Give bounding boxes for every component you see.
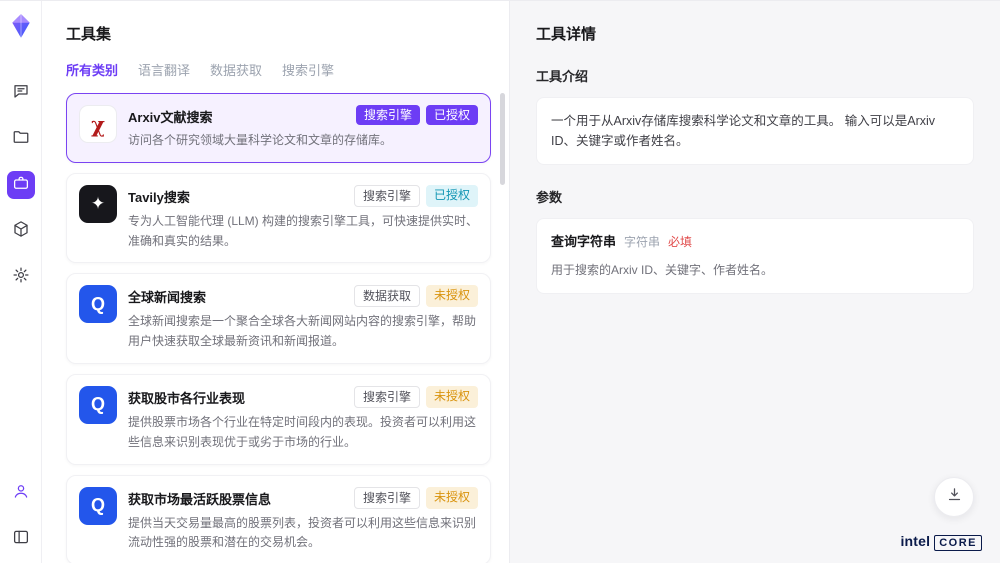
sidebar-item-account[interactable] bbox=[7, 479, 35, 507]
folder-icon bbox=[12, 128, 30, 151]
app-window: 工具集 所有类别 语言翻译 数据获取 搜索引擎 χ Arxiv文献搜索 搜索引擎… bbox=[0, 0, 1000, 563]
tool-detail-panel: 工具详情 工具介绍 一个用于从Arxiv存储库搜索科学论文和文章的工具。 输入可… bbox=[510, 1, 1000, 563]
sidebar-item-chat[interactable] bbox=[7, 79, 35, 107]
briefcase-icon bbox=[12, 174, 30, 197]
panel-layout-icon bbox=[12, 528, 30, 551]
arxiv-icon: χ bbox=[79, 105, 117, 143]
icon-rail bbox=[0, 1, 42, 563]
detail-title: 工具详情 bbox=[536, 23, 974, 44]
tool-name: 获取股市各行业表现 bbox=[128, 386, 245, 407]
tab-language-translation[interactable]: 语言翻译 bbox=[138, 60, 190, 87]
download-icon bbox=[946, 486, 963, 508]
param-required-flag: 必填 bbox=[668, 233, 692, 252]
category-badge: 搜索引擎 bbox=[354, 386, 420, 408]
chat-icon bbox=[12, 82, 30, 105]
download-button[interactable] bbox=[934, 477, 974, 517]
params-heading: 参数 bbox=[536, 187, 974, 206]
tool-name: 获取市场最活跃股票信息 bbox=[128, 487, 271, 508]
sidebar-item-plugins[interactable] bbox=[7, 217, 35, 245]
tab-search-engine[interactable]: 搜索引擎 bbox=[282, 60, 334, 87]
intro-heading: 工具介绍 bbox=[536, 66, 974, 85]
app-logo-icon bbox=[8, 13, 34, 39]
tool-list-panel: 工具集 所有类别 语言翻译 数据获取 搜索引擎 χ Arxiv文献搜索 搜索引擎… bbox=[42, 1, 510, 563]
tab-data-fetch[interactable]: 数据获取 bbox=[210, 60, 262, 87]
intro-card: 一个用于从Arxiv存储库搜索科学论文和文章的工具。 输入可以是Arxiv ID… bbox=[536, 97, 974, 165]
tool-description: 提供当天交易量最高的股票列表，投资者可以利用这些信息来识别流动性强的股票和潜在的… bbox=[128, 514, 478, 554]
tool-description: 专为人工智能代理 (LLM) 构建的搜索引擎工具，可快速提供实时、准确和真实的结… bbox=[128, 212, 478, 252]
tool-card-tavily[interactable]: ✦ Tavily搜索 搜索引擎 已授权 专为人工智能代理 (LLM) 构建的搜索… bbox=[66, 173, 491, 264]
user-icon bbox=[12, 482, 30, 505]
param-name: 查询字符串 bbox=[551, 232, 616, 253]
category-badge: 搜索引擎 bbox=[354, 185, 420, 207]
sidebar-item-tools[interactable] bbox=[7, 171, 35, 199]
tool-card-global-news[interactable]: Q 全球新闻搜索 数据获取 未授权 全球新闻搜索是一个聚合全球各大新闻网站内容的… bbox=[66, 273, 491, 364]
tavily-icon: ✦ bbox=[79, 185, 117, 223]
news-app-icon: Q bbox=[79, 285, 117, 323]
category-badge: 数据获取 bbox=[354, 285, 420, 307]
tool-name: 全球新闻搜索 bbox=[128, 285, 206, 306]
param-description: 用于搜索的Arxiv ID、关键字、作者姓名。 bbox=[551, 261, 959, 280]
auth-status-badge: 已授权 bbox=[426, 185, 478, 207]
intro-text: 一个用于从Arxiv存储库搜索科学论文和文章的工具。 输入可以是Arxiv ID… bbox=[551, 114, 935, 148]
sidebar-item-settings[interactable] bbox=[7, 263, 35, 291]
scrollbar-thumb[interactable] bbox=[500, 93, 505, 185]
auth-status-badge: 已授权 bbox=[426, 105, 478, 125]
category-tabs: 所有类别 语言翻译 数据获取 搜索引擎 bbox=[66, 60, 485, 87]
tool-card-sector-performance[interactable]: Q 获取股市各行业表现 搜索引擎 未授权 提供股票市场各个行业在特定时间段内的表… bbox=[66, 374, 491, 465]
category-badge: 搜索引擎 bbox=[356, 105, 420, 125]
auth-status-badge: 未授权 bbox=[426, 487, 478, 509]
param-type: 字符串 bbox=[624, 233, 660, 252]
tool-name: Arxiv文献搜索 bbox=[128, 105, 213, 126]
finance-app-icon: Q bbox=[79, 487, 117, 525]
brand-primary: intel bbox=[900, 533, 930, 549]
brand-secondary: CORE bbox=[934, 535, 982, 551]
intel-core-logo: intel CORE bbox=[900, 533, 982, 551]
category-badge: 搜索引擎 bbox=[354, 487, 420, 509]
sidebar-item-collapse[interactable] bbox=[7, 525, 35, 553]
auth-status-badge: 未授权 bbox=[426, 386, 478, 408]
sidebar-item-files[interactable] bbox=[7, 125, 35, 153]
tool-description: 全球新闻搜索是一个聚合全球各大新闻网站内容的搜索引擎，帮助用户快速获取全球最新资… bbox=[128, 312, 478, 352]
finance-app-icon: Q bbox=[79, 386, 117, 424]
page-title: 工具集 bbox=[66, 23, 485, 44]
tool-card-most-active-stocks[interactable]: Q 获取市场最活跃股票信息 搜索引擎 未授权 提供当天交易量最高的股票列表，投资… bbox=[66, 475, 491, 563]
tool-description: 提供股票市场各个行业在特定时间段内的表现。投资者可以利用这些信息来识别表现优于或… bbox=[128, 413, 478, 453]
tool-description: 访问各个研究领域大量科学论文和文章的存储库。 bbox=[128, 131, 478, 151]
cube-icon bbox=[12, 220, 30, 243]
param-card: 查询字符串 字符串 必填 用于搜索的Arxiv ID、关键字、作者姓名。 bbox=[536, 218, 974, 294]
gear-icon bbox=[12, 266, 30, 289]
tool-list: χ Arxiv文献搜索 搜索引擎 已授权 访问各个研究领域大量科学论文和文章的存… bbox=[42, 87, 509, 563]
tool-list-header: 工具集 所有类别 语言翻译 数据获取 搜索引擎 bbox=[42, 1, 509, 87]
tool-card-arxiv[interactable]: χ Arxiv文献搜索 搜索引擎 已授权 访问各个研究领域大量科学论文和文章的存… bbox=[66, 93, 491, 163]
auth-status-badge: 未授权 bbox=[426, 285, 478, 307]
tool-name: Tavily搜索 bbox=[128, 185, 190, 206]
tab-all-categories[interactable]: 所有类别 bbox=[66, 60, 118, 87]
